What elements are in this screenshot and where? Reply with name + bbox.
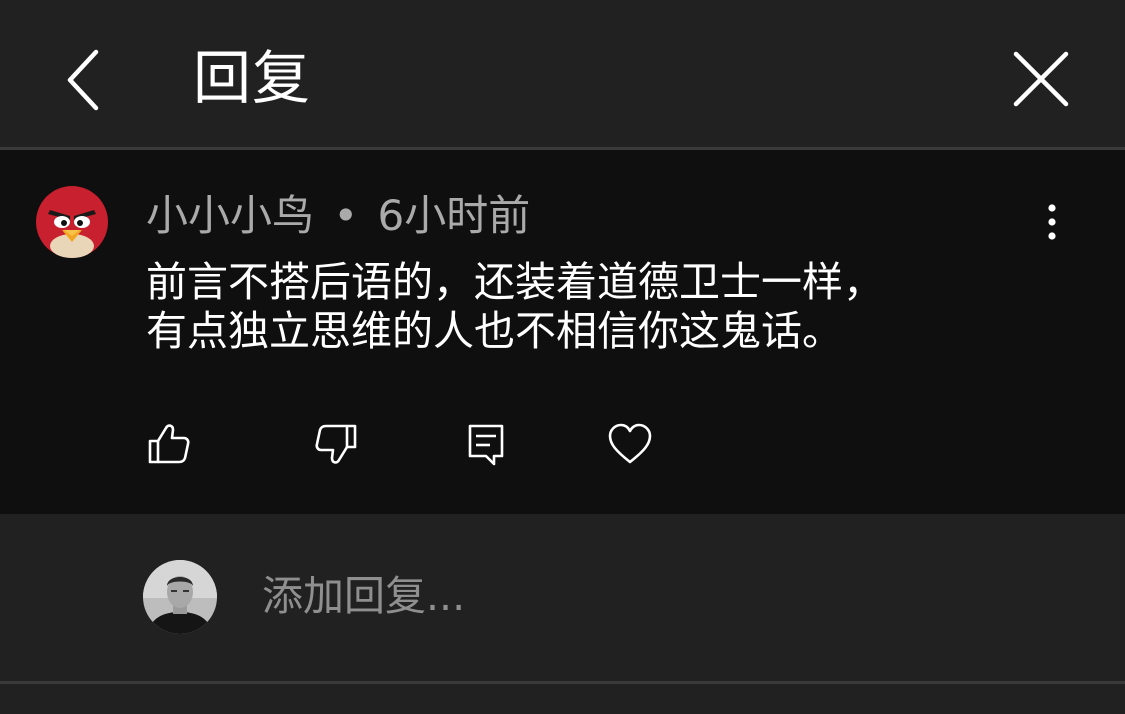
like-button[interactable] bbox=[145, 420, 193, 468]
more-vertical-icon bbox=[1048, 204, 1056, 240]
bottom-divider bbox=[0, 681, 1125, 684]
page-title: 回复 bbox=[193, 44, 312, 112]
back-button[interactable] bbox=[48, 36, 120, 124]
meta-separator: • bbox=[333, 191, 359, 240]
heart-button[interactable] bbox=[606, 420, 654, 468]
comment-author[interactable]: 小小小鸟 bbox=[146, 191, 314, 240]
close-icon bbox=[1013, 51, 1069, 107]
thumbs-down-icon bbox=[315, 424, 357, 464]
more-options-button[interactable] bbox=[1032, 200, 1072, 244]
comment-text-line: 有点独立思维的人也不相信你这鬼话。 bbox=[146, 307, 843, 355]
header: 回复 bbox=[0, 0, 1125, 148]
reply-icon bbox=[468, 424, 504, 466]
comment-text-line: 前言不搭后语的，还装着道德卫士一样， bbox=[146, 258, 884, 306]
angry-bird-avatar-icon bbox=[36, 186, 108, 258]
commenter-avatar[interactable] bbox=[36, 186, 108, 258]
add-reply-row: 添加回复... bbox=[0, 514, 1125, 681]
dislike-button[interactable] bbox=[312, 420, 360, 468]
comment-meta: 小小小鸟 • 6小时前 bbox=[146, 188, 530, 244]
reply-input[interactable]: 添加回复... bbox=[262, 566, 1042, 626]
user-photo-avatar-icon bbox=[143, 560, 217, 634]
comment-text: 前言不搭后语的，还装着道德卫士一样， 有点独立思维的人也不相信你这鬼话。 bbox=[146, 258, 1086, 356]
reply-screen: 回复 小小小鸟 • 6小时前 前言不搭后语的，还装着道德卫士一样， 有点独立思维… bbox=[0, 0, 1125, 714]
comment: 小小小鸟 • 6小时前 前言不搭后语的，还装着道德卫士一样， 有点独立思维的人也… bbox=[0, 150, 1125, 514]
comment-time: 6小时前 bbox=[377, 191, 531, 240]
heart-icon bbox=[608, 423, 652, 464]
close-button[interactable] bbox=[1002, 44, 1080, 116]
current-user-avatar[interactable] bbox=[143, 560, 217, 634]
thumbs-up-icon bbox=[148, 424, 190, 464]
chevron-left-icon bbox=[67, 49, 99, 111]
reply-button[interactable] bbox=[462, 420, 510, 468]
